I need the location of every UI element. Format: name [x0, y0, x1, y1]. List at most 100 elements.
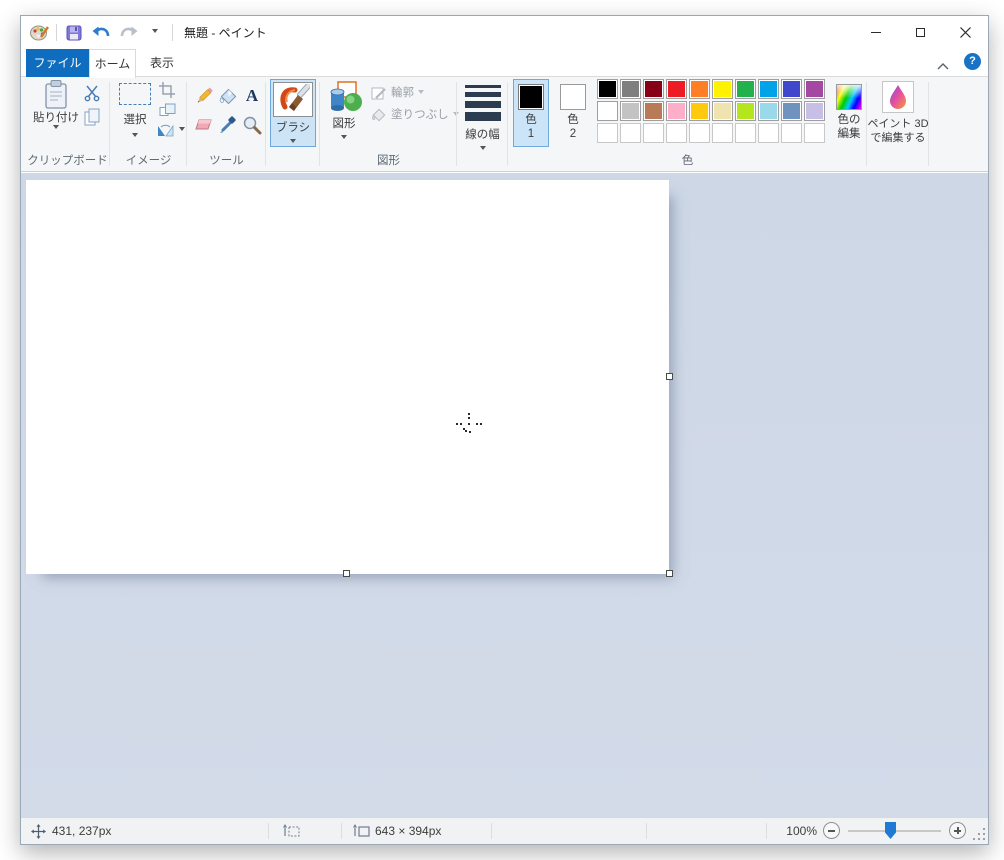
canvas-resize-handle-corner[interactable] [666, 570, 673, 577]
palette-color-cell[interactable] [758, 101, 779, 121]
palette-color-cell[interactable] [643, 101, 664, 121]
group-colors: 色 1 色 2 色の 編集 色 [509, 77, 866, 171]
line-width-button[interactable]: 線の幅 [461, 77, 504, 153]
palette-color-cell[interactable] [804, 79, 825, 99]
palette-empty-cell[interactable] [666, 123, 687, 143]
color2-button[interactable]: 色 2 [555, 79, 591, 147]
canvas[interactable] [26, 180, 669, 574]
palette-empty-cell[interactable] [620, 123, 641, 143]
minimize-icon [871, 32, 881, 33]
group-shapes: 図形 輪郭 塗りつぶし 図形 [321, 77, 456, 171]
color-picker-tool-button[interactable] [218, 115, 238, 135]
undo-button[interactable] [91, 22, 111, 44]
paint3d-button[interactable]: ペイント 3D で編集する [868, 77, 928, 145]
paste-button[interactable]: 貼り付け [34, 79, 78, 132]
shape-fill-button[interactable]: 塗りつぶし [371, 108, 459, 122]
canvas-resize-handle-bottom[interactable] [343, 570, 350, 577]
rotate-button[interactable] [155, 123, 185, 137]
resize-button[interactable] [159, 103, 176, 117]
shape-fill-label: 塗りつぶし [391, 108, 449, 122]
color1-button[interactable]: 色 1 [513, 79, 549, 147]
palette-color-cell[interactable] [689, 79, 710, 99]
palette-color-cell[interactable] [758, 79, 779, 99]
palette-empty-cell[interactable] [781, 123, 802, 143]
edit-colors-button[interactable]: 色の 編集 [831, 79, 867, 147]
outline-button[interactable]: 輪郭 [371, 86, 424, 100]
app-icon [29, 22, 49, 44]
paint-window: 無題 - ペイント ファイル ホーム 表示 ? [20, 15, 989, 845]
palette-color-cell[interactable] [781, 101, 802, 121]
palette-empty-cell[interactable] [758, 123, 779, 143]
help-button[interactable]: ? [964, 53, 981, 70]
palette-color-cell[interactable] [712, 79, 733, 99]
redo-button[interactable] [118, 22, 138, 44]
zoom-slider-handle[interactable] [885, 822, 896, 839]
resize-grip[interactable] [971, 826, 985, 840]
palette-color-cell[interactable] [712, 101, 733, 121]
palette-color-cell[interactable] [781, 79, 802, 99]
save-button[interactable] [64, 22, 84, 44]
palette-empty-cell[interactable] [643, 123, 664, 143]
color-palette [597, 79, 825, 143]
group-tools: A ツール [188, 77, 265, 171]
palette-empty-cell[interactable] [597, 123, 618, 143]
palette-color-cell[interactable] [643, 79, 664, 99]
maximize-button[interactable] [898, 16, 943, 49]
selection-size-icon [283, 824, 300, 841]
qat-customize-dropdown[interactable] [145, 22, 165, 44]
cut-button[interactable] [82, 83, 102, 103]
tab-file[interactable]: ファイル [26, 49, 89, 77]
fill-tool-button[interactable] [218, 86, 238, 106]
crop-button[interactable] [159, 82, 175, 98]
color2-label-line2: 2 [570, 127, 576, 141]
paste-dropdown-arrow [53, 125, 59, 132]
brush-button[interactable]: ブラシ [270, 79, 316, 147]
group-image: 選択 イメージ [111, 77, 186, 171]
close-icon [960, 27, 971, 38]
group-line-width: 線の幅 [458, 77, 507, 171]
select-icon [119, 83, 151, 105]
palette-empty-cell[interactable] [689, 123, 710, 143]
zoom-in-button[interactable] [949, 822, 966, 839]
palette-color-cell[interactable] [689, 101, 710, 121]
select-button[interactable]: 選択 [115, 83, 155, 140]
magnifier-tool-button[interactable] [242, 115, 262, 135]
palette-color-cell[interactable] [804, 101, 825, 121]
palette-color-cell[interactable] [597, 101, 618, 121]
eraser-icon [194, 118, 214, 132]
canvas-resize-handle-right[interactable] [666, 373, 673, 380]
palette-empty-cell[interactable] [735, 123, 756, 143]
minimize-button[interactable] [853, 16, 898, 49]
eraser-tool-button[interactable] [194, 115, 214, 135]
copy-button[interactable] [82, 107, 102, 127]
palette-color-cell[interactable] [735, 101, 756, 121]
palette-color-cell[interactable] [620, 101, 641, 121]
outline-label: 輪郭 [391, 86, 414, 100]
tab-view[interactable]: 表示 [136, 49, 188, 77]
palette-empty-cell[interactable] [712, 123, 733, 143]
shapes-gallery-button[interactable]: 図形 [323, 81, 365, 142]
palette-color-cell[interactable] [666, 79, 687, 99]
palette-color-cell[interactable] [620, 79, 641, 99]
palette-empty-cell[interactable] [804, 123, 825, 143]
close-button[interactable] [943, 16, 988, 49]
pencil-tool-button[interactable] [194, 86, 214, 106]
palette-color-cell[interactable] [735, 79, 756, 99]
shapes-label: 図形 [333, 117, 356, 131]
edit-colors-label-line2: 編集 [838, 127, 861, 141]
maximize-icon [916, 28, 925, 37]
paint3d-label-line1: ペイント 3D [867, 117, 928, 131]
paint3d-icon [886, 84, 910, 110]
group-clipboard: 貼り付け クリップボード [26, 77, 109, 171]
status-divider [491, 823, 492, 839]
outline-dropdown-arrow [418, 90, 424, 97]
paint3d-icon-box [882, 81, 914, 113]
palette-color-cell[interactable] [597, 79, 618, 99]
palette-color-cell[interactable] [666, 101, 687, 121]
collapse-ribbon-button[interactable] [937, 57, 951, 67]
group-label-clipboard: クリップボード [26, 152, 109, 168]
fill-bucket-icon [218, 86, 238, 106]
text-tool-button[interactable]: A [242, 86, 262, 106]
zoom-out-button[interactable] [823, 822, 840, 839]
tab-home[interactable]: ホーム [89, 49, 136, 78]
